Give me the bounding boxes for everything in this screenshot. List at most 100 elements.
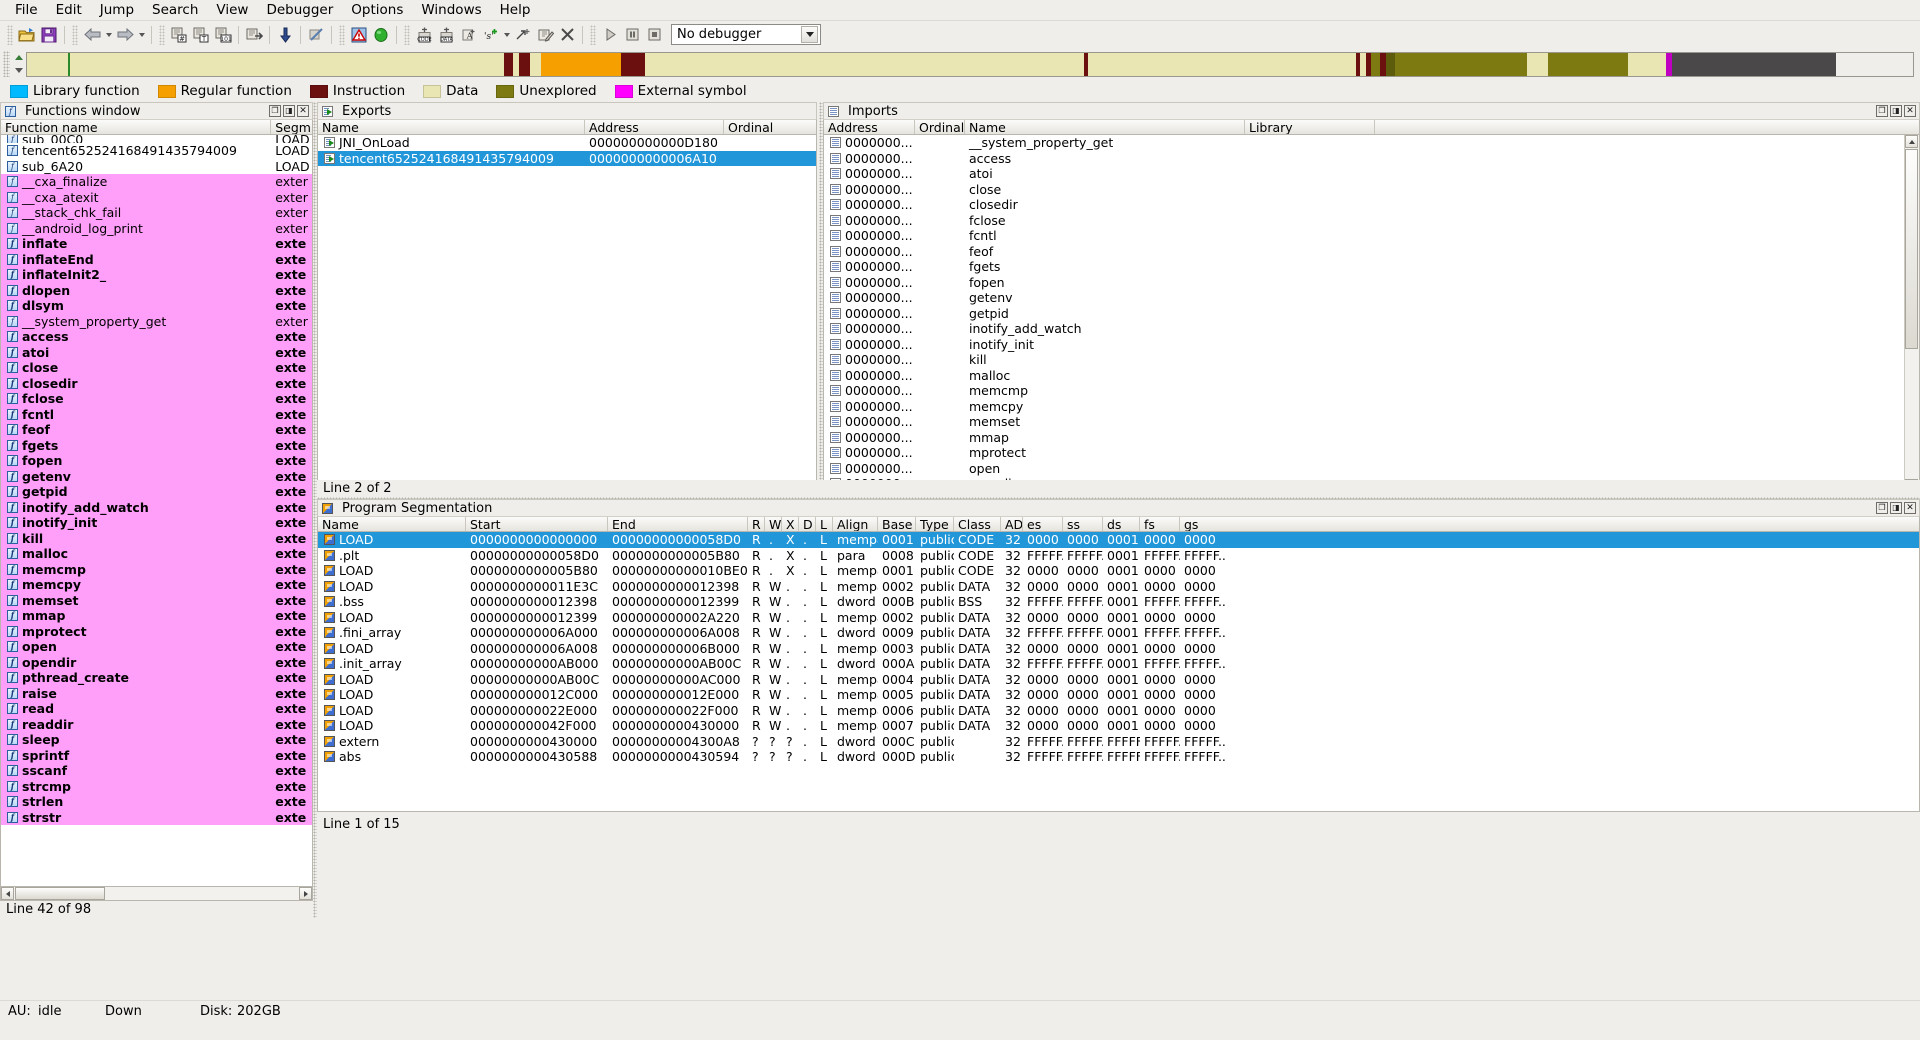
undefine-icon[interactable]: [512, 24, 534, 46]
table-row[interactable]: f dlopen exte: [1, 282, 312, 298]
table-row[interactable]: f fopen exte: [1, 453, 312, 469]
column-import-ordinal[interactable]: Ordinal: [915, 120, 965, 134]
table-row[interactable]: 0000000... __system_property_get: [824, 135, 1919, 151]
column-seg-ds[interactable]: ds: [1103, 517, 1140, 531]
functions-maximize-button[interactable]: ◨: [283, 105, 295, 117]
table-row[interactable]: 0000000... memcpy: [824, 399, 1919, 415]
imports-table-body[interactable]: 0000000... __system_property_get 0000000..…: [823, 135, 1920, 493]
column-seg-gs[interactable]: gs: [1180, 517, 1225, 531]
table-row[interactable]: 0000000... fopen: [824, 275, 1919, 291]
table-row[interactable]: LOAD 0000000000000000 00000000000058D0 R. X.…: [318, 532, 1919, 548]
segmentation-restore-button[interactable]: ❐: [1876, 502, 1888, 514]
toolbar-grip-1[interactable]: [7, 24, 13, 45]
table-row[interactable]: 0000000... fcntl: [824, 228, 1919, 244]
table-row[interactable]: 0000000... feof: [824, 244, 1919, 260]
table-row[interactable]: 0000000... inotify_add_watch: [824, 321, 1919, 337]
toolbar-grip-5[interactable]: [404, 24, 410, 45]
back-dropdown-icon[interactable]: [103, 24, 114, 46]
functions-table-body[interactable]: f sub_00C0 LOAD f tencent6525241684914357940…: [0, 135, 313, 897]
exports-table-body[interactable]: JNI_OnLoad 000000000000D180 tencent6525241…: [317, 135, 817, 493]
column-seg-fs[interactable]: fs: [1140, 517, 1180, 531]
column-export-name[interactable]: Name: [318, 120, 585, 134]
column-export-address[interactable]: Address: [585, 120, 724, 134]
table-row[interactable]: JNI_OnLoad 000000000000D180: [318, 135, 816, 151]
delete-icon[interactable]: [556, 24, 578, 46]
make-string-icon[interactable]: A: [457, 24, 479, 46]
forward-arrow-icon[interactable]: [114, 24, 136, 46]
column-seg-ad[interactable]: AD: [1001, 517, 1023, 531]
table-row[interactable]: f __android_log_print exter: [1, 220, 312, 236]
column-seg-align[interactable]: Align: [833, 517, 878, 531]
menu-item-jump[interactable]: Jump: [91, 0, 143, 20]
table-row[interactable]: f inflateInit2_ exte: [1, 267, 312, 283]
table-row[interactable]: LOAD 000000000006A008 000000000006B000 R W..…: [318, 641, 1919, 657]
warning-icon[interactable]: [348, 24, 370, 46]
functions-hscroll-left-arrow[interactable]: [1, 887, 14, 900]
table-row[interactable]: f inotify_add_watch exte: [1, 499, 312, 515]
table-row[interactable]: f memcmp exte: [1, 561, 312, 577]
table-row[interactable]: f closedir exte: [1, 375, 312, 391]
table-row[interactable]: f tencent652524168491435794009 LOAD: [1, 143, 312, 159]
table-row[interactable]: f fclose exte: [1, 391, 312, 407]
table-row[interactable]: f sprintf exte: [1, 747, 312, 763]
column-seg-start[interactable]: Start: [466, 517, 608, 531]
menu-item-search[interactable]: Search: [143, 0, 207, 20]
table-row[interactable]: 0000000... atoi: [824, 166, 1919, 182]
table-row[interactable]: f __cxa_atexit exter: [1, 189, 312, 205]
column-import-name[interactable]: Name: [965, 120, 1245, 134]
table-row[interactable]: 0000000... getenv: [824, 290, 1919, 306]
imports-close-button[interactable]: ✕: [1904, 105, 1916, 117]
table-row[interactable]: f raise exte: [1, 685, 312, 701]
menu-item-help[interactable]: Help: [491, 0, 540, 20]
toolbar-grip-6[interactable]: [590, 24, 596, 45]
column-seg-x[interactable]: X: [782, 517, 799, 531]
green-circle-icon[interactable]: [370, 24, 392, 46]
save-file-icon[interactable]: [38, 24, 60, 46]
navigator-up-arrow-icon[interactable]: [15, 55, 23, 60]
back-arrow-icon[interactable]: [81, 24, 103, 46]
down-arrow-icon[interactable]: [274, 24, 296, 46]
column-import-library[interactable]: Library: [1245, 120, 1375, 134]
table-row[interactable]: f strlen exte: [1, 794, 312, 810]
search-hash-icon[interactable]: #: [168, 24, 190, 46]
table-row[interactable]: 0000000... malloc: [824, 368, 1919, 384]
table-row[interactable]: f getenv exte: [1, 468, 312, 484]
make-struct-icon[interactable]: 's': [479, 24, 501, 46]
imports-maximize-button[interactable]: ◨: [1890, 105, 1902, 117]
table-row[interactable]: 0000000... getpid: [824, 306, 1919, 322]
column-seg-name[interactable]: Name: [318, 517, 466, 531]
imports-vscroll-up-arrow[interactable]: [1905, 135, 1918, 148]
table-row[interactable]: f open exte: [1, 639, 312, 655]
table-row[interactable]: f malloc exte: [1, 546, 312, 562]
edit-function-icon[interactable]: [534, 24, 556, 46]
navigator-bar[interactable]: [26, 51, 1914, 77]
table-row[interactable]: f sleep exte: [1, 732, 312, 748]
table-row[interactable]: abs 0000000000430588 0000000000430594???. L…: [318, 749, 1919, 765]
column-seg-w[interactable]: W: [765, 517, 782, 531]
functions-close-button[interactable]: ✕: [297, 105, 309, 117]
table-row[interactable]: f fcntl exte: [1, 406, 312, 422]
table-row[interactable]: LOAD 000000000022E000 000000000022F000 R W..…: [318, 703, 1919, 719]
table-row[interactable]: LOAD 0000000000012399 000000000002A220 R W..…: [318, 610, 1919, 626]
navigator-grip[interactable]: [3, 51, 10, 77]
table-row[interactable]: 0000000... inotify_init: [824, 337, 1919, 353]
column-seg-es[interactable]: es: [1023, 517, 1063, 531]
segmentation-maximize-button[interactable]: ◨: [1890, 502, 1902, 514]
table-row[interactable]: f sub_00C0 LOAD: [1, 135, 312, 143]
column-seg-base[interactable]: Base: [878, 517, 916, 531]
column-function-name[interactable]: Function name: [1, 120, 272, 134]
table-row[interactable]: f mmap exte: [1, 608, 312, 624]
table-row[interactable]: f sub_6A20 LOAD: [1, 159, 312, 175]
table-row[interactable]: .plt 00000000000058D0 0000000000005B80 R. X.…: [318, 548, 1919, 564]
menu-item-view[interactable]: View: [207, 0, 257, 20]
table-row[interactable]: f getpid exte: [1, 484, 312, 500]
table-row[interactable]: 0000000... memset: [824, 414, 1919, 430]
column-seg-type[interactable]: Type: [916, 517, 954, 531]
column-seg-class[interactable]: Class: [954, 517, 1001, 531]
no-graph-icon[interactable]: [305, 24, 327, 46]
pause-debugger-icon[interactable]: [621, 24, 643, 46]
table-row[interactable]: 0000000... fclose: [824, 213, 1919, 229]
column-seg-ss[interactable]: ss: [1063, 517, 1103, 531]
table-row[interactable]: extern 0000000000430000 00000000004300A8??…: [318, 734, 1919, 750]
functions-hscrollbar[interactable]: [0, 886, 313, 901]
